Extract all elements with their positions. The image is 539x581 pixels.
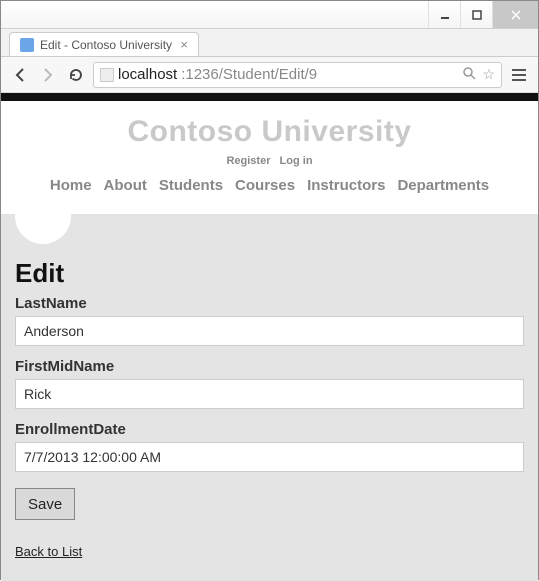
- window-titlebar: [1, 1, 538, 29]
- forward-button[interactable]: [37, 64, 59, 86]
- window-maximize-button[interactable]: [460, 1, 492, 28]
- save-button[interactable]: Save: [15, 488, 75, 520]
- decorative-circle: [15, 188, 71, 244]
- site-header: Contoso University Register Log in Home …: [1, 101, 538, 214]
- nav-courses[interactable]: Courses: [235, 177, 295, 194]
- lastname-label: LastName: [15, 295, 524, 312]
- account-links: Register Log in: [1, 155, 538, 167]
- enrollmentdate-input[interactable]: [15, 442, 524, 472]
- url-path: :1236/Student/Edit/9: [181, 66, 317, 83]
- browser-tab-strip: Edit - Contoso University ×: [1, 29, 538, 57]
- search-icon[interactable]: [462, 66, 476, 83]
- top-black-band: [1, 93, 538, 101]
- nav-instructors[interactable]: Instructors: [307, 177, 385, 194]
- browser-tab[interactable]: Edit - Contoso University ×: [9, 32, 199, 56]
- back-to-list-link[interactable]: Back to List: [15, 544, 82, 559]
- page-icon: [100, 68, 114, 82]
- firstmidname-label: FirstMidName: [15, 358, 524, 375]
- window-minimize-button[interactable]: [428, 1, 460, 28]
- url-host: localhost: [118, 66, 177, 83]
- favicon-icon: [20, 38, 34, 52]
- reload-button[interactable]: [65, 64, 87, 86]
- browser-toolbar: localhost:1236/Student/Edit/9 ☆: [1, 57, 538, 93]
- nav-about[interactable]: About: [104, 177, 147, 194]
- register-link[interactable]: Register: [226, 155, 270, 167]
- lastname-input[interactable]: [15, 316, 524, 346]
- nav-students[interactable]: Students: [159, 177, 223, 194]
- main-nav: Home About Students Courses Instructors …: [1, 167, 538, 208]
- content-area: Edit LastName FirstMidName EnrollmentDat…: [1, 214, 538, 581]
- page-viewport: Contoso University Register Log in Home …: [1, 93, 538, 581]
- page-title: Edit: [15, 258, 524, 289]
- browser-menu-button[interactable]: [508, 64, 530, 86]
- window-close-button[interactable]: [492, 1, 538, 28]
- enrollmentdate-label: EnrollmentDate: [15, 421, 524, 438]
- bookmark-star-icon[interactable]: ☆: [482, 66, 495, 83]
- login-link[interactable]: Log in: [280, 155, 313, 167]
- tab-title: Edit - Contoso University: [40, 38, 172, 52]
- site-title: Contoso University: [1, 115, 538, 149]
- back-button[interactable]: [9, 64, 31, 86]
- address-bar[interactable]: localhost:1236/Student/Edit/9 ☆: [93, 62, 502, 88]
- tab-close-icon[interactable]: ×: [180, 37, 188, 52]
- nav-departments[interactable]: Departments: [397, 177, 489, 194]
- firstmidname-input[interactable]: [15, 379, 524, 409]
